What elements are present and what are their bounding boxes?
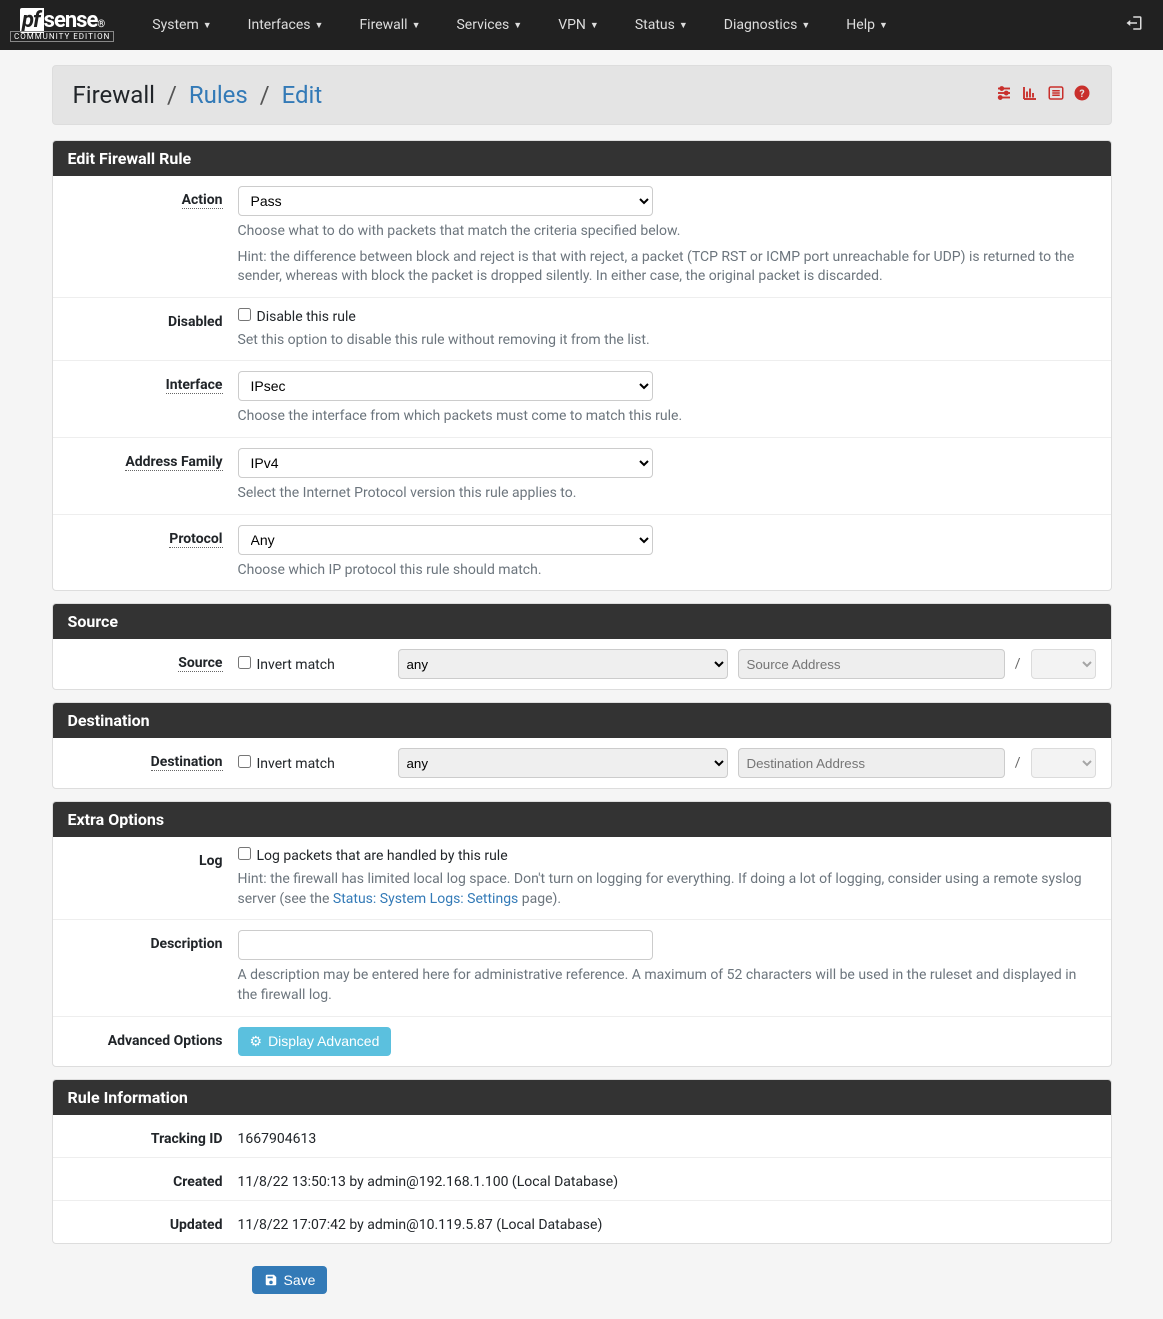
label-log: Log [199,853,222,869]
help-proto: Choose which IP protocol this rule shoul… [238,561,1096,581]
breadcrumb-edit[interactable]: Edit [282,81,323,109]
nav-diagnostics[interactable]: Diagnostics▼ [706,2,828,48]
top-navbar: pfsense® COMMUNITY EDITION System▼ Inter… [0,0,1163,50]
checkbox-source-invert-wrap[interactable]: Invert match [238,656,388,673]
label-protocol: Protocol [169,531,222,548]
help-log: Hint: the firewall has limited local log… [238,870,1096,909]
save-icon [264,1273,278,1287]
help-interface: Choose the interface from which packets … [238,407,1096,427]
sliders-icon[interactable] [995,84,1013,107]
help-af: Select the Internet Protocol version thi… [238,484,1096,504]
help-disabled: Set this option to disable this rule wit… [238,331,1096,351]
value-tracking-id: 1667904613 [238,1125,1096,1147]
select-dest-type[interactable]: any [398,748,728,778]
checkbox-dest-invert-wrap[interactable]: Invert match [238,755,388,772]
label-address-family: Address Family [125,454,222,471]
checkbox-dest-invert[interactable] [238,755,251,768]
checkbox-disabled-wrap[interactable]: Disable this rule [238,309,356,325]
checkbox-log[interactable] [238,847,251,860]
panel-edit-rule: Edit Firewall Rule Action Pass Choose wh… [52,140,1112,591]
chart-icon[interactable] [1021,84,1039,107]
help-action-1: Choose what to do with packets that matc… [238,222,1096,242]
label-destination: Destination [151,754,223,771]
help-description: A description may be entered here for ad… [238,966,1096,1005]
select-source-type[interactable]: any [398,649,728,679]
nav-system[interactable]: System▼ [134,2,229,48]
list-icon[interactable] [1047,84,1065,107]
panel-heading: Extra Options [53,802,1111,837]
help-action-2: Hint: the difference between block and r… [238,248,1096,287]
label-created: Created [173,1174,222,1190]
select-action[interactable]: Pass [238,186,653,216]
label-source: Source [178,655,222,672]
nav-status[interactable]: Status▼ [617,2,706,48]
select-interface[interactable]: IPsec [238,371,653,401]
help-icon[interactable]: ? [1073,84,1091,107]
input-source-address[interactable] [738,649,1005,679]
nav-vpn[interactable]: VPN▼ [540,2,617,48]
button-display-advanced[interactable]: Display Advanced [238,1027,392,1056]
select-source-mask[interactable] [1031,649,1096,679]
label-updated: Updated [170,1217,223,1233]
breadcrumb-rules[interactable]: Rules [189,81,248,109]
input-dest-address[interactable] [738,748,1005,778]
save-button[interactable]: Save [252,1266,328,1294]
svg-text:?: ? [1079,86,1084,99]
value-created: 11/8/22 13:50:13 by admin@192.168.1.100 … [238,1168,1096,1190]
value-updated: 11/8/22 17:07:42 by admin@10.119.5.87 (L… [238,1211,1096,1233]
label-advanced: Advanced Options [108,1033,223,1049]
panel-extra-options: Extra Options Log Log packets that are h… [52,801,1112,1066]
nav-help[interactable]: Help▼ [828,2,906,48]
input-description[interactable] [238,930,653,960]
link-syslog-settings[interactable]: Status: System Logs: Settings [333,891,518,907]
logo[interactable]: pfsense® COMMUNITY EDITION [10,8,114,42]
label-interface: Interface [166,377,223,394]
label-description: Description [150,936,222,952]
select-dest-mask[interactable] [1031,748,1096,778]
gear-icon [250,1033,263,1050]
panel-source: Source Source Invert match any / [52,603,1112,690]
checkbox-disabled[interactable] [238,308,251,321]
panel-heading: Source [53,604,1111,639]
panel-heading: Destination [53,703,1111,738]
checkbox-source-invert[interactable] [238,656,251,669]
breadcrumb: Firewall / Rules / Edit ? [52,65,1112,125]
panel-heading: Edit Firewall Rule [53,141,1111,176]
panel-heading: Rule Information [53,1080,1111,1115]
nav-interfaces[interactable]: Interfaces▼ [230,2,342,48]
checkbox-log-wrap[interactable]: Log packets that are handled by this rul… [238,848,508,864]
select-protocol[interactable]: Any [238,525,653,555]
label-disabled: Disabled [168,314,223,330]
label-tracking-id: Tracking ID [151,1131,223,1147]
nav-services[interactable]: Services▼ [438,2,540,48]
panel-rule-info: Rule Information Tracking ID 1667904613 … [52,1079,1112,1244]
label-action: Action [182,192,223,209]
select-address-family[interactable]: IPv4 [238,448,653,478]
breadcrumb-firewall: Firewall [73,81,156,109]
panel-destination: Destination Destination Invert match any… [52,702,1112,789]
nav-firewall[interactable]: Firewall▼ [341,2,438,48]
logout-icon[interactable] [1115,4,1153,47]
